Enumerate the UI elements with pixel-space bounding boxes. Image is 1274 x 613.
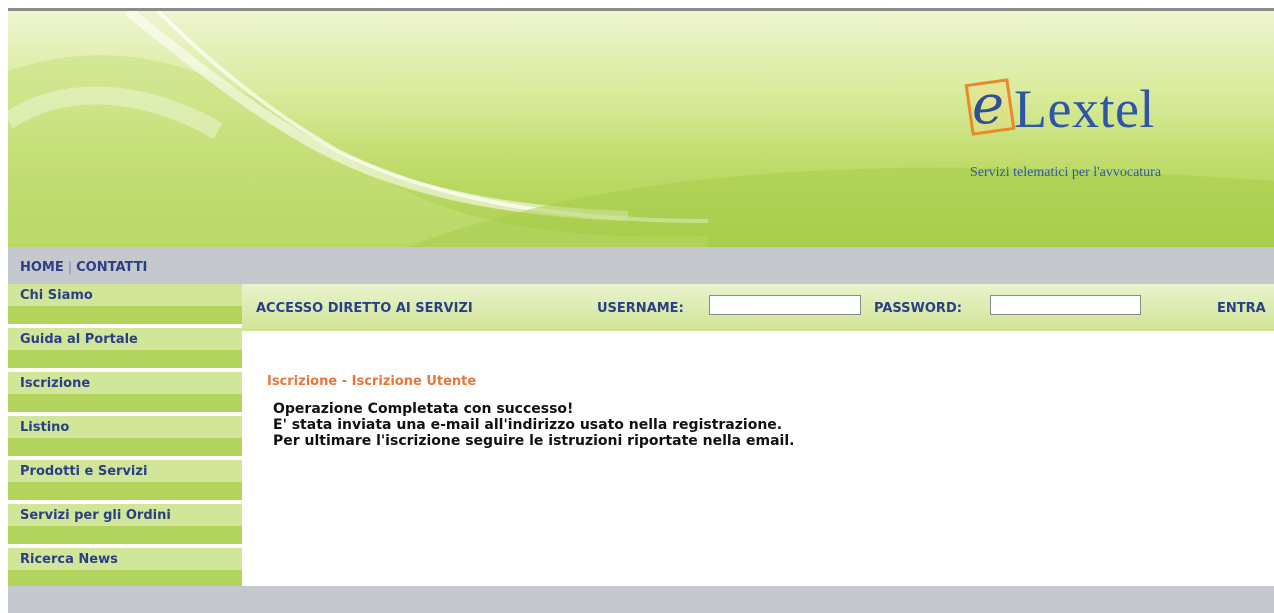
sidebar-item-label: Servizi per gli Ordini [20, 508, 171, 523]
contacts-link[interactable]: CONTATTI [76, 260, 147, 275]
sidebar-item-ricerca-news[interactable]: Ricerca News [8, 548, 242, 586]
sidebar-item-label: Prodotti e Servizi [20, 464, 148, 479]
footer-bar [8, 586, 1274, 613]
main-content: Iscrizione - Iscrizione Utente Operazion… [242, 331, 1274, 586]
sidebar-item-label: Chi Siamo [20, 288, 93, 303]
message-line: Operazione Completata con successo! [273, 401, 574, 417]
sidebar-item-prodotti-e-servizi[interactable]: Prodotti e Servizi [8, 460, 242, 500]
page-title: Iscrizione - Iscrizione Utente [267, 374, 477, 389]
logo-tagline: Servizi telematici per l'avvocatura [970, 165, 1162, 180]
sidebar-item-guida-al-portale[interactable]: Guida al Portale [8, 328, 242, 368]
sidebar-menu: Chi Siamo Guida al Portale Iscrizione Li… [8, 284, 242, 586]
login-bar: ACCESSO DIRETTO AI SERVIZI USERNAME: PAS… [242, 284, 1274, 331]
message-line: E' stata inviata una e-mail all'indirizz… [273, 417, 783, 433]
username-label: USERNAME: [597, 301, 684, 316]
nav-separator: | [67, 260, 73, 275]
sidebar-item-iscrizione[interactable]: Iscrizione [8, 372, 242, 412]
logo-wordmark: Lextel [1014, 79, 1155, 139]
home-link[interactable]: HOME [20, 260, 64, 275]
password-label: PASSWORD: [874, 301, 962, 316]
login-button[interactable]: ENTRA [1217, 301, 1266, 316]
password-input[interactable] [990, 295, 1141, 315]
top-navigation: HOME | CONTATTI [8, 247, 1274, 284]
sidebar-item-label: Listino [20, 420, 70, 435]
sidebar-item-servizi-per-gli-ordini[interactable]: Servizi per gli Ordini [8, 504, 242, 544]
message-line: Per ultimare l'iscrizione seguire le ist… [273, 433, 795, 449]
logo-initial: e [972, 73, 1004, 136]
sidebar-item-label: Ricerca News [20, 552, 118, 567]
confirmation-message: Operazione Completata con successo! E' s… [273, 401, 794, 449]
access-title: ACCESSO DIRETTO AI SERVIZI [256, 301, 473, 316]
lextel-logo[interactable]: e Lextel Servizi telematici per l'avvoca… [964, 73, 1256, 195]
username-input[interactable] [709, 295, 861, 315]
header-banner: e Lextel Servizi telematici per l'avvoca… [8, 11, 1274, 247]
sidebar-item-chi-siamo[interactable]: Chi Siamo [8, 284, 242, 324]
sidebar-item-listino[interactable]: Listino [8, 416, 242, 456]
sidebar-item-label: Iscrizione [20, 376, 91, 391]
sidebar-item-label: Guida al Portale [20, 332, 138, 347]
top-nav-links: HOME | CONTATTI [20, 260, 147, 275]
page: e Lextel Servizi telematici per l'avvoca… [8, 8, 1274, 613]
